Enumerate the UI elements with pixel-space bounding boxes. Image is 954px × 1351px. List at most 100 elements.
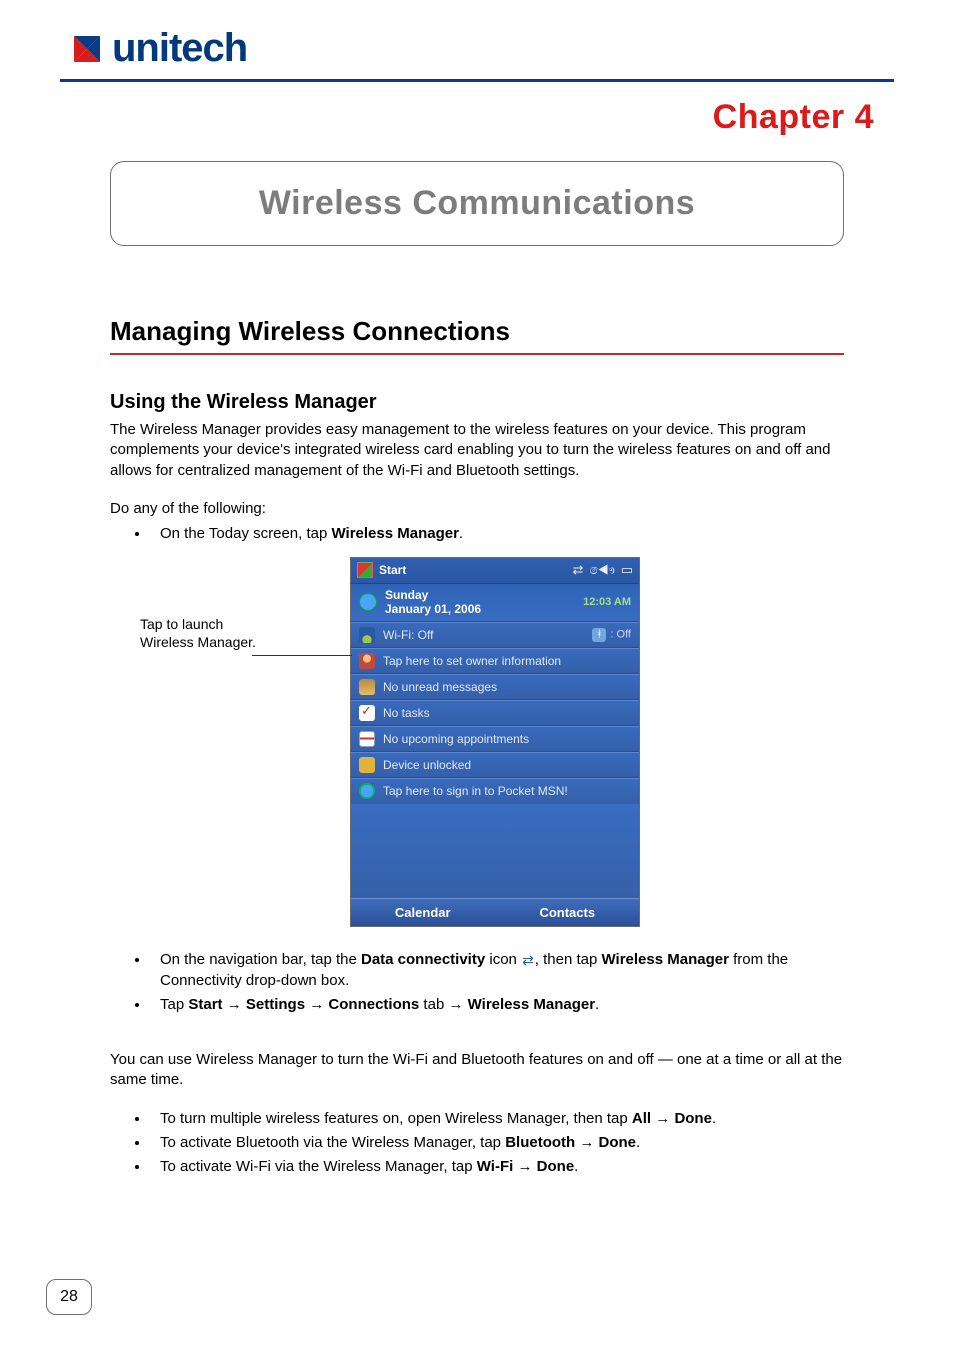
list-text-bold: Data connectivity (361, 951, 485, 968)
page-title: Wireless Communications (121, 184, 833, 223)
list-item: To activate Wi-Fi via the Wireless Manag… (150, 1156, 844, 1178)
list-text-bold: Wi-Fi (477, 1158, 514, 1175)
arrow: → (305, 996, 328, 1013)
device-screenshot: Start ⇄ ◀ෞ ▭ Sunday January 01, 2006 12:… (350, 557, 640, 927)
screenshot-empty-area (351, 804, 639, 898)
list-text: On the navigation bar, tap the (160, 951, 361, 968)
brand-logo-icon (70, 32, 104, 66)
list-text: . (595, 996, 599, 1013)
arrow: → (575, 1134, 598, 1151)
row-text: Wi-Fi: Off (383, 628, 592, 642)
list-item: On the navigation bar, tap the Data conn… (150, 949, 844, 993)
brand-name: unitech (112, 26, 247, 71)
brand-header: unitech (70, 26, 894, 71)
figure-callout: Tap to launch Wireless Manager. (110, 557, 310, 651)
today-time: 12:03 AM (583, 596, 631, 608)
ie-icon (359, 593, 377, 611)
today-date: Sunday January 01, 2006 (385, 588, 481, 617)
page-number-badge: 28 (46, 1279, 92, 1315)
softkey-left: Calendar (351, 905, 495, 920)
list-text: On the Today screen, tap (160, 525, 332, 542)
method-list-2: On the navigation bar, tap the Data conn… (150, 949, 844, 1016)
arrow: → (651, 1110, 674, 1127)
row-text: No tasks (383, 706, 631, 720)
today-row-wifi: Wi-Fi: Off ᚼ : Off (351, 622, 639, 648)
chapter-label: Chapter 4 (60, 98, 874, 137)
row-text: No unread messages (383, 680, 631, 694)
list-text: . (712, 1110, 716, 1127)
start-label: Start (379, 563, 406, 577)
list-text-bold: Done (537, 1158, 575, 1175)
today-row-tasks: No tasks (351, 700, 639, 726)
row-text: Device unlocked (383, 758, 631, 772)
list-text: . (636, 1134, 640, 1151)
subsection-heading: Using the Wireless Manager (110, 391, 844, 414)
arrow: → (223, 996, 246, 1013)
calendar-icon (359, 731, 375, 747)
msn-icon (359, 783, 375, 799)
usage-list: To turn multiple wireless features on, o… (150, 1108, 844, 1177)
tasks-icon (359, 705, 375, 721)
softkey-right: Contacts (496, 905, 640, 920)
row-text: No upcoming appointments (383, 732, 631, 746)
section-heading: Managing Wireless Connections (110, 316, 844, 347)
owner-icon (359, 653, 375, 669)
row-right: ᚼ : Off (592, 628, 631, 642)
list-text-bold: Done (674, 1110, 712, 1127)
section-rule (110, 353, 844, 355)
arrow: → (448, 996, 467, 1013)
list-text: , then tap (535, 951, 602, 968)
list-item: To turn multiple wireless features on, o… (150, 1108, 844, 1130)
intro-paragraph: The Wireless Manager provides easy manag… (110, 420, 844, 481)
list-text-bold: Bluetooth (505, 1134, 575, 1151)
connectivity-icon: ⇄ (573, 562, 584, 578)
lock-icon (359, 757, 375, 773)
callout-line: Wireless Manager. (140, 634, 256, 650)
battery-icon: ▭ (621, 562, 633, 578)
list-text-bold: Settings (246, 996, 305, 1013)
lead-paragraph: Do any of the following: (110, 499, 844, 519)
connectivity-inline-icon: ⇄ (522, 953, 534, 967)
list-text-bold: Wireless Manager (602, 951, 729, 968)
today-date-row: Sunday January 01, 2006 12:03 AM (351, 584, 639, 622)
list-item: On the Today screen, tap Wireless Manage… (150, 523, 844, 545)
bt-status: : Off (610, 628, 631, 640)
start-bar: Start ⇄ ◀ෞ ▭ (351, 558, 639, 584)
page-number: 28 (60, 1288, 78, 1306)
list-item: Tap Start → Settings → Connections tab →… (150, 994, 844, 1016)
today-row-lock: Device unlocked (351, 752, 639, 778)
list-text: icon (485, 951, 521, 968)
today-row-messages: No unread messages (351, 674, 639, 700)
figure-region: Tap to launch Wireless Manager. Start ⇄ … (110, 557, 844, 927)
callout-line: Tap to launch (140, 616, 223, 632)
page-title-box: Wireless Communications (110, 161, 844, 246)
list-text: To activate Bluetooth via the Wireless M… (160, 1134, 505, 1151)
today-row-appointments: No upcoming appointments (351, 726, 639, 752)
list-text-bold: Done (599, 1134, 637, 1151)
list-item: To activate Bluetooth via the Wireless M… (150, 1132, 844, 1154)
today-day: Sunday (385, 588, 428, 602)
list-text-bold: Connections (328, 996, 419, 1013)
method-list-1: On the Today screen, tap Wireless Manage… (150, 523, 844, 545)
windows-flag-icon (357, 562, 373, 578)
list-text: To turn multiple wireless features on, o… (160, 1110, 632, 1127)
arrow: → (513, 1158, 536, 1175)
header-rule (60, 79, 894, 82)
list-text: . (459, 525, 463, 542)
row-text: Tap here to sign in to Pocket MSN! (383, 784, 631, 798)
mail-icon (359, 679, 375, 695)
today-row-msn: Tap here to sign in to Pocket MSN! (351, 778, 639, 804)
list-text-bold: Wireless Manager (332, 525, 459, 542)
bluetooth-icon: ᚼ (592, 628, 606, 642)
softkey-bar: Calendar Contacts (351, 898, 639, 926)
system-tray: ⇄ ◀ෞ ▭ (573, 562, 633, 578)
row-text: Tap here to set owner information (383, 654, 631, 668)
list-text: To activate Wi-Fi via the Wireless Manag… (160, 1158, 477, 1175)
today-row-owner: Tap here to set owner information (351, 648, 639, 674)
list-text-bold: Wireless Manager (468, 996, 595, 1013)
list-text-bold: All (632, 1110, 651, 1127)
list-text: Tap (160, 996, 188, 1013)
list-text: . (574, 1158, 578, 1175)
today-full-date: January 01, 2006 (385, 602, 481, 616)
wifi-icon (359, 627, 375, 643)
